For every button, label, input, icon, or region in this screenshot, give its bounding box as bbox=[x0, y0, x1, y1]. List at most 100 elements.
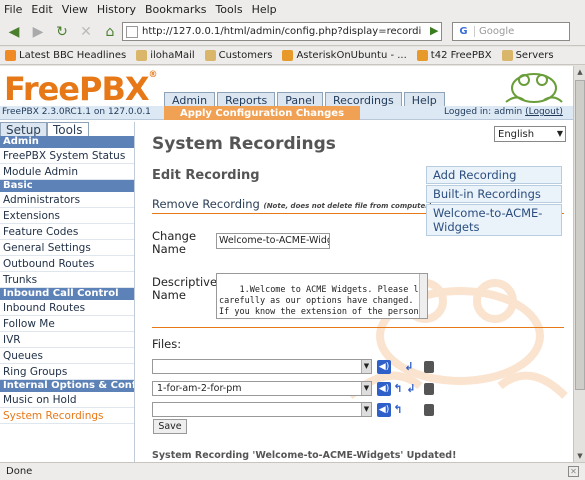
file-value: 1-for-am-2-for-pm bbox=[157, 383, 242, 394]
navigation-toolbar: ◀ ▶ ↻ ✕ ⌂ http://127.0.0.1/html/admin/co… bbox=[0, 18, 585, 46]
logged-in-text: Logged in: admin bbox=[444, 107, 523, 117]
go-arrow-icon[interactable]: ▶ bbox=[430, 24, 444, 38]
bookmark-servers[interactable]: Servers bbox=[501, 50, 554, 61]
close-icon[interactable]: ✕ bbox=[568, 466, 579, 477]
chevron-down-icon: ▼ bbox=[361, 382, 371, 395]
bookmarks-toolbar: Latest BBC Headlines ilohaMail Customers… bbox=[0, 47, 585, 65]
file-select-1[interactable]: ▼ bbox=[152, 359, 372, 374]
logo-registered-mark: ® bbox=[148, 70, 158, 80]
menu-history[interactable]: History bbox=[97, 3, 136, 16]
change-name-label: Change Name bbox=[152, 229, 197, 256]
save-button[interactable]: Save bbox=[153, 419, 187, 434]
sidebar-item-ring-groups[interactable]: Ring Groups bbox=[0, 364, 134, 380]
version-text: FreePBX 2.3.0RC1.1 on 127.0.0.1 bbox=[2, 107, 151, 117]
bookmark-page-icon bbox=[416, 50, 428, 61]
sidebar-item-follow-me[interactable]: Follow Me bbox=[0, 316, 134, 332]
sidebar-item-administrators[interactable]: Administrators bbox=[0, 192, 134, 208]
logout-link[interactable]: (Logout) bbox=[525, 107, 563, 117]
folder-icon bbox=[501, 50, 513, 61]
sidebar-item-inbound-routes[interactable]: Inbound Routes bbox=[0, 300, 134, 316]
search-box[interactable]: G Google bbox=[452, 22, 570, 41]
page-favicon-icon bbox=[126, 25, 138, 38]
status-text: Done bbox=[6, 466, 33, 477]
bookmark-asterisk[interactable]: AsteriskOnUbuntu - ... bbox=[282, 50, 407, 61]
sidebar-item-music-on-hold[interactable]: Music on Hold bbox=[0, 392, 134, 408]
home-icon[interactable]: ⌂ bbox=[100, 22, 120, 42]
browser-statusbar: Done ✕ bbox=[0, 462, 585, 480]
menu-bookmarks[interactable]: Bookmarks bbox=[145, 3, 206, 16]
reload-icon[interactable]: ↻ bbox=[52, 22, 72, 42]
play-sound-icon[interactable]: ◀) bbox=[377, 360, 391, 374]
bookmark-customers[interactable]: Customers bbox=[204, 50, 272, 61]
trash-icon[interactable] bbox=[424, 361, 434, 373]
stop-icon[interactable]: ✕ bbox=[76, 22, 96, 42]
builtin-recordings-link[interactable]: Built-in Recordings bbox=[426, 185, 562, 203]
sidebar-item-queues[interactable]: Queues bbox=[0, 348, 134, 364]
folder-icon bbox=[136, 50, 148, 61]
menu-tools[interactable]: Tools bbox=[215, 3, 242, 16]
sidebar-item-outbound-routes[interactable]: Outbound Routes bbox=[0, 256, 134, 272]
logged-in-status: Logged in: admin (Logout) bbox=[444, 107, 563, 117]
menu-help[interactable]: Help bbox=[252, 3, 277, 16]
url-text: http://127.0.0.1/html/admin/config.php?d… bbox=[142, 26, 422, 37]
bookmark-bbc[interactable]: Latest BBC Headlines bbox=[5, 50, 126, 61]
files-label: Files: bbox=[152, 337, 182, 351]
scroll-up-icon[interactable]: ▲ bbox=[575, 66, 585, 78]
move-up-icon[interactable]: ↰ bbox=[391, 403, 405, 417]
sidebar-item-module-admin[interactable]: Module Admin bbox=[0, 164, 134, 180]
chevron-down-icon: ▼ bbox=[361, 403, 371, 416]
sidebar-item-feature-codes[interactable]: Feature Codes bbox=[0, 224, 134, 240]
add-recording-link[interactable]: Add Recording bbox=[426, 166, 562, 184]
language-select[interactable]: English ▼ bbox=[494, 126, 566, 142]
play-sound-icon[interactable]: ◀) bbox=[377, 382, 391, 396]
description-text: 1.Welcome to ACME Widgets. Please listen… bbox=[219, 285, 427, 317]
forward-arrow-icon[interactable]: ▶ bbox=[28, 22, 48, 42]
google-icon[interactable]: G bbox=[453, 26, 475, 37]
url-bar[interactable]: http://127.0.0.1/html/admin/config.php?d… bbox=[122, 22, 442, 41]
bookmark-t42[interactable]: t42 FreePBX bbox=[416, 50, 492, 61]
play-sound-icon[interactable]: ◀) bbox=[377, 403, 391, 417]
menu-view[interactable]: View bbox=[62, 3, 88, 16]
recording-item-welcome[interactable]: Welcome-to-ACME-Widgets bbox=[426, 204, 562, 236]
apply-config-button[interactable]: Apply Configuration Changes bbox=[164, 106, 360, 120]
bookmark-label: t42 FreePBX bbox=[430, 50, 492, 61]
language-value: English bbox=[498, 128, 535, 140]
remove-recording-link[interactable]: Remove Recording (Note, does not delete … bbox=[152, 197, 432, 211]
freepbx-logo[interactable]: FreePBX® bbox=[4, 70, 158, 108]
bookmark-page-icon bbox=[282, 50, 294, 61]
menu-file[interactable]: File bbox=[4, 3, 22, 16]
trash-icon[interactable] bbox=[424, 383, 434, 395]
file-select-3[interactable]: ▼ bbox=[152, 402, 372, 417]
move-up-icon[interactable]: ↰ bbox=[391, 382, 405, 396]
scroll-thumb[interactable] bbox=[575, 80, 585, 390]
descriptive-name-textarea[interactable]: 1.Welcome to ACME Widgets. Please listen… bbox=[216, 273, 428, 319]
textarea-scrollbar[interactable] bbox=[419, 274, 427, 318]
move-down-icon[interactable]: ↲ bbox=[402, 360, 416, 374]
logo-text: FreePBX bbox=[4, 70, 150, 108]
back-arrow-icon[interactable]: ◀ bbox=[4, 22, 24, 42]
web-page: FreePBX® Admin Reports Panel Recordings … bbox=[0, 66, 573, 462]
apply-label: Apply Configuration Changes bbox=[179, 107, 345, 119]
sidebar-item-extensions[interactable]: Extensions bbox=[0, 208, 134, 224]
sidebar-item-ivr[interactable]: IVR bbox=[0, 332, 134, 348]
bookmark-label: AsteriskOnUbuntu - ... bbox=[296, 50, 407, 61]
page-scrollbar[interactable]: ▲ ▼ bbox=[573, 66, 585, 462]
remove-note: (Note, does not delete file from compute… bbox=[263, 202, 432, 210]
chevron-down-icon: ▼ bbox=[556, 129, 563, 138]
bookmark-label: ilohaMail bbox=[150, 50, 195, 61]
sidebar-item-freepbx-system-status[interactable]: FreePBX System Status bbox=[0, 148, 134, 164]
section-internal-options: Internal Options & Configuration bbox=[0, 380, 134, 392]
menu-edit[interactable]: Edit bbox=[31, 3, 52, 16]
sidebar-item-trunks[interactable]: Trunks bbox=[0, 272, 134, 288]
change-name-field[interactable]: Welcome-to-ACME-Widge bbox=[216, 233, 330, 249]
divider bbox=[152, 327, 564, 328]
sidebar-item-system-recordings[interactable]: System Recordings bbox=[0, 408, 134, 424]
bookmark-ilohamail[interactable]: ilohaMail bbox=[136, 50, 195, 61]
remove-label: Remove Recording bbox=[152, 197, 260, 211]
trash-icon[interactable] bbox=[424, 404, 434, 416]
browser-menubar: File Edit View History Bookmarks Tools H… bbox=[0, 0, 585, 18]
move-down-icon[interactable]: ↲ bbox=[404, 382, 418, 396]
sidebar-item-general-settings[interactable]: General Settings bbox=[0, 240, 134, 256]
scroll-down-icon[interactable]: ▼ bbox=[575, 450, 585, 462]
file-select-2[interactable]: 1-for-am-2-for-pm ▼ bbox=[152, 381, 372, 396]
